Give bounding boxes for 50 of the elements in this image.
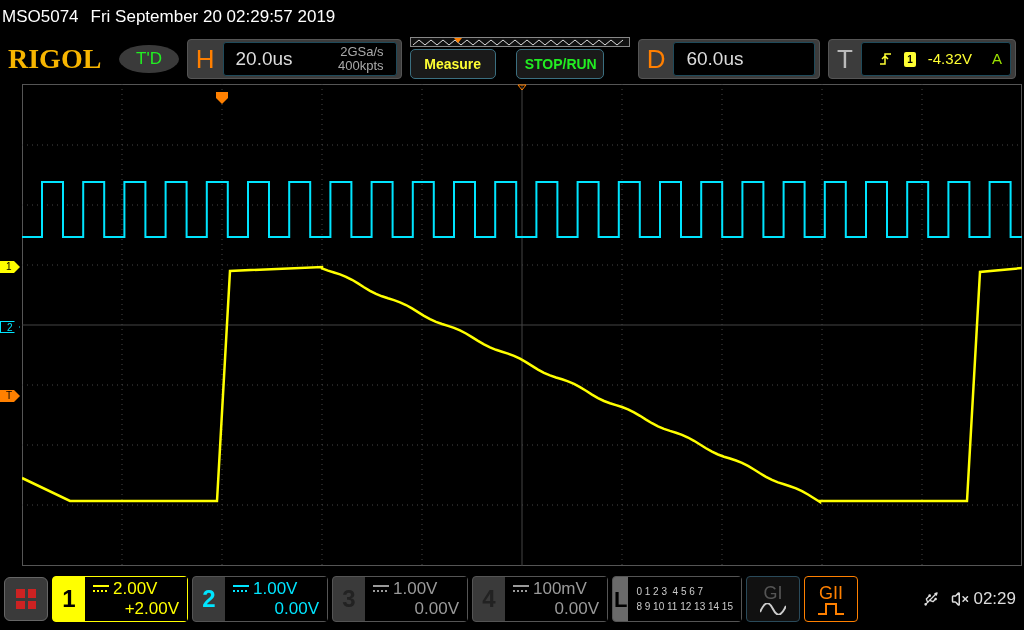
channel-scale: 1.00V	[253, 579, 298, 599]
trigger-source: 1	[904, 51, 916, 67]
sample-rate: 2GSa/s	[340, 45, 384, 59]
delay-label: D	[646, 42, 666, 76]
brand-logo: RIGOL	[8, 42, 103, 76]
horizontal-panel[interactable]: H 20.0us 2GSa/s 400kpts	[186, 39, 402, 79]
channel-offset: 0.00V	[274, 599, 319, 619]
trigger-position-icon	[216, 92, 228, 104]
channel-panel[interactable]: 2 1.00V 0.00V	[192, 576, 328, 622]
center-marker-icon	[517, 84, 527, 91]
model-name: MSO5074	[2, 6, 79, 29]
delay-value: 60.0us	[686, 46, 744, 71]
channel-number: 2	[201, 584, 217, 614]
logic-channels: 8 9 10 11 12 13 14 15	[636, 600, 733, 614]
measure-button[interactable]: Measure	[409, 49, 496, 79]
pulse-wave-icon	[818, 603, 844, 615]
dc-coupling-icon	[513, 585, 529, 593]
channel-scale: 100mV	[533, 579, 587, 599]
trigger-status: T'D	[119, 45, 179, 73]
horizontal-label: H	[195, 42, 215, 76]
channel-scale: 2.00V	[113, 579, 158, 599]
dc-coupling-icon	[93, 585, 109, 593]
trigger-mode: A	[992, 48, 1002, 69]
channel-panel[interactable]: 1 2.00V +2.00V	[52, 576, 188, 622]
channel-offset: +2.00V	[124, 599, 179, 619]
logic-label: L	[613, 585, 629, 614]
stop-run-button[interactable]: STOP/RUN	[515, 49, 604, 79]
trigger-panel[interactable]: T 1 -4.32V A	[827, 39, 1016, 79]
sine-wave-icon	[760, 603, 786, 615]
channel-offset: 0.00V	[554, 599, 599, 619]
delay-panel[interactable]: D 60.0us	[637, 39, 820, 79]
trigger-level: -4.32V	[927, 48, 972, 69]
channel-number: 1	[61, 584, 77, 614]
dc-coupling-icon	[233, 585, 249, 593]
mute-icon[interactable]	[951, 590, 970, 608]
channel-scale: 1.00V	[393, 579, 438, 599]
memory-depth: 400kpts	[338, 59, 384, 73]
channel-offset: 0.00V	[414, 599, 459, 619]
logic-channels: 0 1 2 3 4 5 6 7	[636, 585, 705, 599]
generator-button[interactable]: GII	[804, 576, 858, 622]
channel-marker[interactable]: 2	[0, 321, 20, 333]
date-time: Fri September 20 02:29:57 2019	[90, 6, 336, 29]
usb-icon	[923, 591, 940, 607]
clock-time: 02:29	[973, 588, 1016, 611]
timebase-value: 20.0us	[235, 46, 293, 71]
dc-coupling-icon	[373, 585, 389, 593]
rising-edge-icon	[880, 53, 893, 65]
trigger-label: T	[836, 42, 853, 76]
channel-marker[interactable]: 1	[0, 261, 20, 273]
channel-marker[interactable]: T	[0, 390, 20, 402]
